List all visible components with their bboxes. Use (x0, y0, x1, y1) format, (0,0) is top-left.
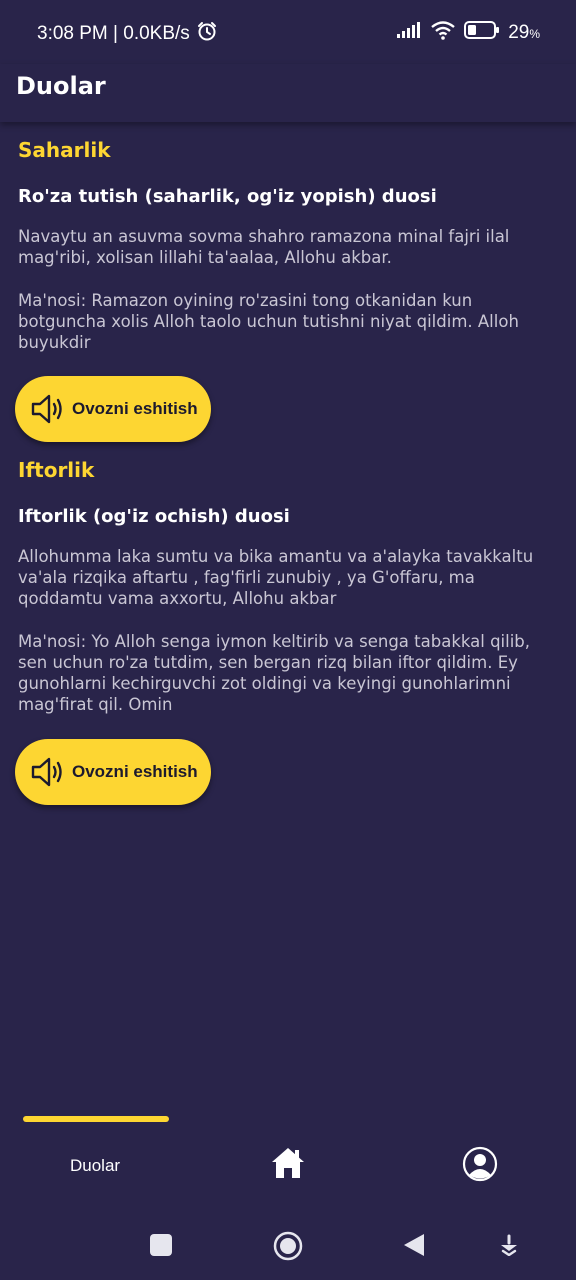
profile-icon[interactable] (462, 1146, 498, 1182)
listen-button-label: Ovozni eshitish (72, 762, 198, 781)
wifi-icon (430, 20, 456, 46)
speaker-icon (30, 393, 68, 425)
page-title: Duolar (16, 72, 106, 100)
status-time: 3:08 PM | 0.0KB/s (37, 23, 190, 44)
dua-text: Allohumma laka sumtu va bika amantu va a… (18, 547, 534, 608)
active-tab-indicator (23, 1116, 169, 1122)
dua-meaning: Ma'nosi: Yo Alloh senga iymon keltirib v… (18, 632, 531, 714)
section-heading-saharlik: Saharlik (18, 138, 111, 162)
dua-meaning: Ma'nosi: Ramazon oyining ro'zasini tong … (18, 291, 519, 352)
battery-percent: 29% (508, 22, 540, 43)
bottom-nav: Duolar (0, 1112, 576, 1208)
status-left: 3:08 PM | 0.0KB/s (37, 20, 218, 48)
dua-title: Ro'za tutish (saharlik, og'iz yopish) du… (18, 186, 437, 207)
dua-text: Navaytu an asuvma sovma shahro ramazona … (18, 227, 510, 267)
listen-button-label: Ovozni eshitish (72, 399, 198, 418)
recents-icon[interactable] (150, 1234, 172, 1256)
assist-icon[interactable] (498, 1234, 520, 1260)
status-bar: 3:08 PM | 0.0KB/s 29% (0, 0, 576, 64)
speaker-icon (30, 756, 68, 788)
home-icon[interactable] (270, 1146, 306, 1180)
status-right: 29% (396, 20, 540, 46)
tab-duolar[interactable]: Duolar (70, 1156, 120, 1176)
system-nav-bar (0, 1208, 576, 1280)
alarm-icon (196, 20, 218, 48)
signal-icon (396, 21, 422, 45)
listen-button[interactable]: Ovozni eshitish (15, 739, 211, 805)
back-icon[interactable] (402, 1232, 426, 1262)
battery-icon (464, 20, 500, 46)
home-system-icon[interactable] (272, 1230, 304, 1266)
app-bar: Duolar (0, 64, 576, 122)
section-heading-iftorlik: Iftorlik (18, 458, 95, 482)
listen-button[interactable]: Ovozni eshitish (15, 376, 211, 442)
dua-title: Iftorlik (og'iz ochish) duosi (18, 506, 290, 527)
